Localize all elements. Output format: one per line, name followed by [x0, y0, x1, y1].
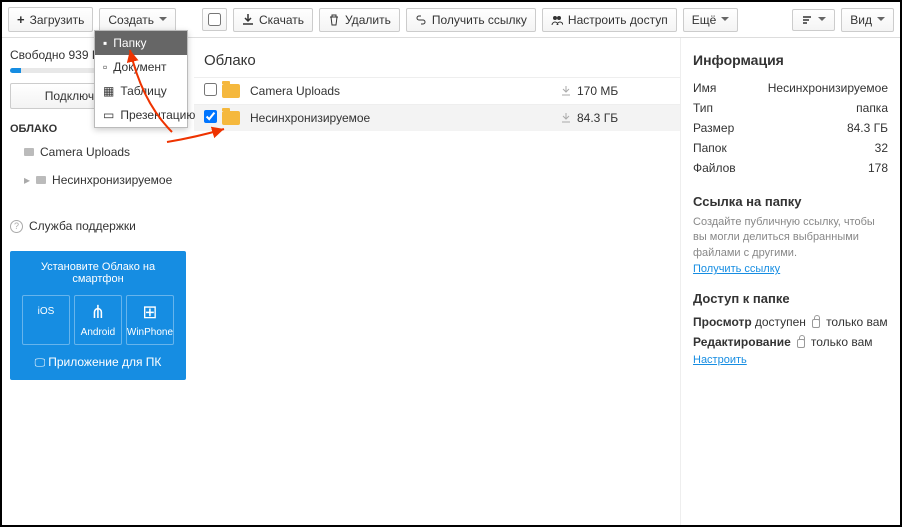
sort-button[interactable] [792, 9, 835, 31]
create-table-item[interactable]: ▦Таблицу [95, 79, 187, 103]
create-button[interactable]: Создать [99, 8, 176, 32]
promo-title: Установите Облако на смартфон [20, 261, 176, 285]
caret-down-icon [877, 17, 885, 25]
table-icon: ▦ [103, 84, 114, 98]
share-button[interactable]: Настроить доступ [542, 8, 677, 32]
help-icon: ? [10, 220, 23, 233]
create-document-item[interactable]: ▫Документ [95, 55, 187, 79]
upload-button[interactable]: +Загрузить [8, 7, 93, 32]
info-title: Информация [693, 52, 888, 68]
presentation-icon: ▭ [103, 108, 114, 122]
row-checkbox[interactable] [204, 110, 217, 123]
file-size: 84.3 ГБ [560, 111, 670, 125]
file-list: Облако Camera Uploads 170 МБ Несинхрониз… [194, 38, 680, 525]
info-kv: ИмяНесинхронизируемое [693, 78, 888, 98]
android-icon: ⋔ [75, 302, 121, 323]
lock-icon [812, 319, 820, 328]
more-button[interactable]: Ещё [683, 8, 739, 32]
row-checkbox[interactable] [204, 83, 217, 96]
info-kv: Размер84.3 ГБ [693, 118, 888, 138]
promo-winphone[interactable]: ⊞WinPhone [126, 295, 174, 345]
delete-button[interactable]: Удалить [319, 8, 400, 32]
folder-icon [222, 111, 240, 125]
promo-pc[interactable]: 🖵 Приложение для ПК [20, 355, 176, 370]
download-icon [560, 112, 572, 124]
get-link-action[interactable]: Получить ссылку [693, 263, 780, 275]
info-panel: Информация ИмяНесинхронизируемое Типпапк… [680, 38, 900, 525]
document-icon: ▫ [103, 60, 107, 74]
folder-icon [222, 84, 240, 98]
caret-down-icon [818, 17, 826, 25]
create-dropdown: ▪Папку ▫Документ ▦Таблицу ▭Презентацию [94, 30, 188, 128]
folder-icon [36, 176, 46, 184]
download-button[interactable]: Скачать [233, 8, 313, 32]
create-presentation-item[interactable]: ▭Презентацию [95, 103, 187, 127]
file-name: Несинхронизируемое [250, 111, 560, 125]
link-icon [415, 14, 427, 26]
folder-icon [24, 148, 34, 156]
caret-down-icon [159, 17, 167, 25]
info-kv: Файлов178 [693, 158, 888, 178]
support-link[interactable]: ?Служба поддержки [10, 213, 186, 239]
file-row[interactable]: Несинхронизируемое 84.3 ГБ [194, 104, 680, 131]
trash-icon [328, 14, 340, 26]
download-icon [242, 14, 254, 26]
caret-down-icon [721, 17, 729, 25]
access-edit: Редактирование только вам [693, 332, 888, 352]
sidebar-item-nosync[interactable]: ▸Несинхронизируемое [10, 169, 186, 191]
file-name: Camera Uploads [250, 84, 560, 98]
access-section-title: Доступ к папке [693, 291, 888, 306]
users-icon [551, 14, 563, 26]
promo-ios[interactable]: iOS [22, 295, 70, 345]
select-all-checkbox[interactable] [202, 8, 227, 31]
download-icon [560, 85, 572, 97]
sidebar-item-camera[interactable]: Camera Uploads [10, 141, 186, 163]
link-section-title: Ссылка на папку [693, 194, 888, 209]
file-size: 170 МБ [560, 84, 670, 98]
link-section-text: Создайте публичную ссылку, чтобы вы могл… [693, 215, 888, 261]
getlink-button[interactable]: Получить ссылку [406, 8, 536, 32]
windows-icon: ⊞ [127, 302, 173, 323]
view-button[interactable]: Вид [841, 8, 894, 32]
folder-icon: ▪ [103, 36, 107, 50]
promo-card: Установите Облако на смартфон iOS ⋔Andro… [10, 251, 186, 380]
access-view: Просмотр доступен только вам [693, 312, 888, 332]
breadcrumb-title: Облако [194, 38, 680, 77]
info-kv: Типпапка [693, 98, 888, 118]
promo-android[interactable]: ⋔Android [74, 295, 122, 345]
create-folder-item[interactable]: ▪Папку [95, 31, 187, 55]
sort-icon [801, 14, 813, 26]
configure-access-link[interactable]: Настроить [693, 354, 747, 366]
file-row[interactable]: Camera Uploads 170 МБ [194, 77, 680, 104]
info-kv: Папок32 [693, 138, 888, 158]
lock-icon [797, 339, 805, 348]
